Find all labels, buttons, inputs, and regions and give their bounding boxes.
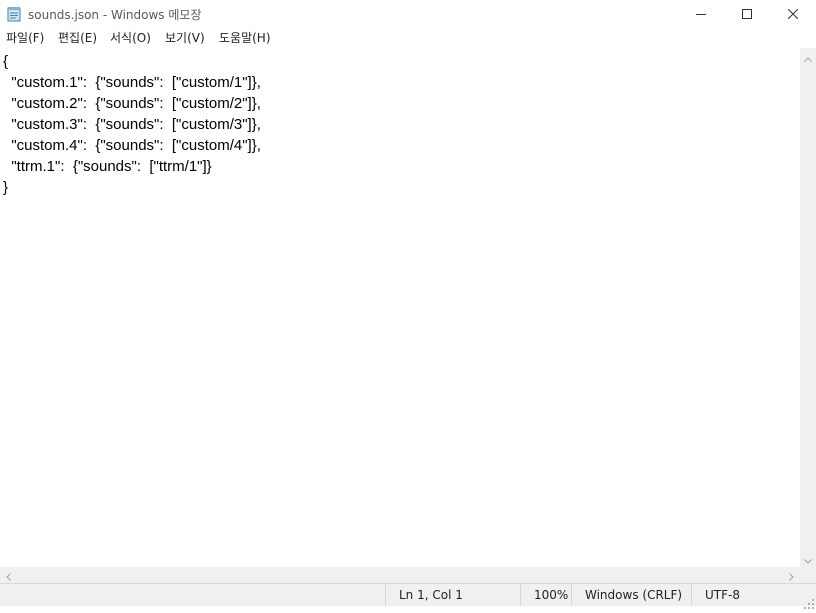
status-encoding: UTF-8: [691, 584, 816, 606]
close-button[interactable]: [770, 0, 816, 28]
scrollbar-corner: [800, 567, 816, 583]
scroll-right-arrow[interactable]: [783, 567, 800, 583]
close-icon: [788, 9, 798, 19]
menu-bar: 파일(F) 편집(E) 서식(O) 보기(V) 도움말(H): [0, 28, 816, 48]
notepad-icon: [7, 6, 21, 22]
resize-grip-icon[interactable]: [804, 594, 814, 609]
maximize-button[interactable]: [724, 0, 770, 28]
minimize-button[interactable]: [678, 0, 724, 28]
text-editor[interactable]: { "custom.1": {"sounds": ["custom/1"]}, …: [0, 48, 800, 567]
scroll-up-arrow[interactable]: [800, 48, 816, 65]
menu-view[interactable]: 보기(V): [165, 30, 205, 46]
chevron-down-icon: [804, 549, 812, 568]
scroll-left-arrow[interactable]: [0, 567, 17, 583]
menu-file[interactable]: 파일(F): [6, 30, 44, 46]
minimize-icon: [696, 9, 706, 19]
chevron-up-icon: [804, 47, 812, 66]
status-cursor-position: Ln 1, Col 1: [385, 584, 520, 606]
status-bar: Ln 1, Col 1 100% Windows (CRLF) UTF-8: [0, 583, 816, 609]
menu-edit[interactable]: 편집(E): [58, 30, 97, 46]
editor-content[interactable]: { "custom.1": {"sounds": ["custom/1"]}, …: [0, 48, 800, 198]
scroll-down-arrow[interactable]: [800, 550, 816, 567]
title-bar[interactable]: sounds.json - Windows 메모장: [0, 0, 816, 28]
window-title: sounds.json - Windows 메모장: [28, 8, 202, 22]
horizontal-scrollbar[interactable]: [0, 567, 800, 583]
status-zoom: 100%: [520, 584, 571, 606]
maximize-icon: [742, 9, 752, 19]
menu-help[interactable]: 도움말(H): [219, 30, 271, 46]
chevron-right-icon: [789, 566, 794, 585]
menu-format[interactable]: 서식(O): [110, 30, 151, 46]
status-line-ending: Windows (CRLF): [571, 584, 691, 606]
vertical-scrollbar[interactable]: [800, 48, 816, 567]
chevron-left-icon: [6, 566, 11, 585]
